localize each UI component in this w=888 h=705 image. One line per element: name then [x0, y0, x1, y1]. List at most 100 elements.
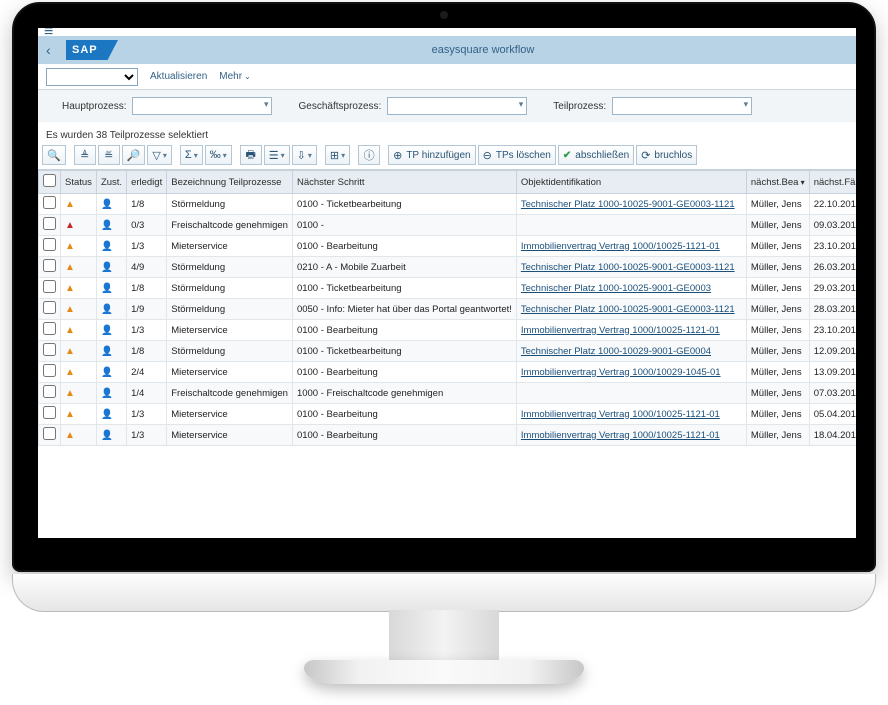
row-checkbox[interactable]: [43, 343, 56, 356]
col-faelligkeit[interactable]: nächst.Fälligk.: [809, 171, 856, 194]
bez-cell: Freischaltcode genehmigen: [167, 215, 293, 236]
col-zust[interactable]: Zust.: [96, 171, 126, 194]
row-checkbox[interactable]: [43, 217, 56, 230]
status-icon: ▲: [65, 283, 75, 294]
print-button[interactable]: 🖶: [240, 145, 262, 165]
row-checkbox[interactable]: [43, 196, 56, 209]
col-bez[interactable]: Bezeichnung Teilprozesse: [167, 171, 293, 194]
filter-button[interactable]: ▽: [147, 145, 171, 165]
col-naechster-schritt[interactable]: Nächster Schritt: [292, 171, 516, 194]
obj-link[interactable]: Immobilienvertrag Vertrag 1000/10029-104…: [521, 367, 721, 378]
col-status[interactable]: Status: [61, 171, 97, 194]
row-checkbox[interactable]: [43, 259, 56, 272]
bea-cell: Müller, Jens: [746, 236, 809, 257]
view-button[interactable]: ☰: [264, 145, 290, 165]
find-button[interactable]: 🔎: [122, 145, 146, 165]
obj-cell: Immobilienvertrag Vertrag 1000/10025-112…: [516, 320, 746, 341]
row-checkbox[interactable]: [43, 238, 56, 251]
person-icon: 👤: [101, 220, 113, 231]
bea-cell: Müller, Jens: [746, 425, 809, 446]
obj-link[interactable]: Immobilienvertrag Vertrag 1000/10025-112…: [521, 325, 720, 336]
person-icon: 👤: [101, 283, 113, 294]
detail-button[interactable]: 🔍: [42, 145, 66, 165]
table-row[interactable]: ▲👤1/3Mieterservice0100 - BearbeitungImmo…: [39, 404, 857, 425]
fall-cell: 26.03.2018: [809, 257, 856, 278]
obj-link[interactable]: Technischer Platz 1000-10025-9001-GE0003…: [521, 304, 735, 315]
hauptprozess-input[interactable]: [132, 97, 272, 115]
col-erledigt[interactable]: erledigt: [127, 171, 167, 194]
table-row[interactable]: ▲👤1/4Freischaltcode genehmigen1000 - Fre…: [39, 383, 857, 404]
geschaeftsprozess-input[interactable]: [387, 97, 527, 115]
back-button[interactable]: ‹: [46, 42, 66, 58]
row-checkbox[interactable]: [43, 406, 56, 419]
erledigt-cell: 2/4: [127, 362, 167, 383]
table-row[interactable]: ▲👤4/9Störmeldung0210 - A - Mobile Zuarbe…: [39, 257, 857, 278]
ns-cell: 0050 - Info: Mieter hat über das Portal …: [292, 299, 516, 320]
page-title: easysquare workflow: [118, 44, 848, 56]
person-icon: 👤: [101, 346, 113, 357]
add-tp-button[interactable]: ⊕TP hinzufügen: [388, 145, 476, 165]
table-row[interactable]: ▲👤1/9Störmeldung0050 - Info: Mieter hat …: [39, 299, 857, 320]
info-button[interactable]: ⓘ: [358, 145, 380, 165]
row-checkbox[interactable]: [43, 322, 56, 335]
obj-link[interactable]: Immobilienvertrag Vertrag 1000/10025-112…: [521, 430, 720, 441]
sort-asc-button[interactable]: ≜: [74, 145, 96, 165]
select-all-checkbox[interactable]: [43, 174, 56, 187]
delete-tp-button[interactable]: ⊖TPs löschen: [478, 145, 556, 165]
bea-cell: Müller, Jens: [746, 194, 809, 215]
bea-cell: Müller, Jens: [746, 278, 809, 299]
fall-cell: 05.04.2019: [809, 404, 856, 425]
table-row[interactable]: ▲👤1/8Störmeldung0100 - Ticketbearbeitung…: [39, 194, 857, 215]
table-row[interactable]: ▲👤1/3Mieterservice0100 - BearbeitungImmo…: [39, 236, 857, 257]
fall-cell: 18.04.2019: [809, 425, 856, 446]
table-row[interactable]: ▲👤1/8Störmeldung0100 - Ticketbearbeitung…: [39, 278, 857, 299]
table-row[interactable]: ▲👤2/4Mieterservice0100 - BearbeitungImmo…: [39, 362, 857, 383]
obj-link[interactable]: Technischer Platz 1000-10025-9001-GE0003…: [521, 262, 735, 273]
layout-button[interactable]: ⊞: [325, 145, 350, 165]
export-button[interactable]: ⇩: [292, 145, 317, 165]
person-icon: 👤: [101, 367, 113, 378]
table-row[interactable]: ▲👤1/3Mieterservice0100 - BearbeitungImmo…: [39, 425, 857, 446]
obj-cell: [516, 215, 746, 236]
more-menu[interactable]: Mehr⌄: [219, 71, 251, 82]
person-icon: 👤: [101, 409, 113, 420]
status-icon: ▲: [65, 325, 75, 336]
menu-icon[interactable]: ≡: [38, 28, 856, 36]
erledigt-cell: 1/8: [127, 278, 167, 299]
obj-link[interactable]: Technischer Platz 1000-10029-9001-GE0004: [521, 346, 711, 357]
view-select[interactable]: [46, 68, 138, 86]
row-checkbox[interactable]: [43, 385, 56, 398]
obj-link[interactable]: Technischer Platz 1000-10025-9001-GE0003…: [521, 199, 735, 210]
obj-link[interactable]: Immobilienvertrag Vertrag 1000/10025-112…: [521, 241, 720, 252]
col-objid[interactable]: Objektidentifikation: [516, 171, 746, 194]
table-row[interactable]: ▲👤1/3Mieterservice0100 - BearbeitungImmo…: [39, 320, 857, 341]
erledigt-cell: 1/8: [127, 341, 167, 362]
bea-cell: Müller, Jens: [746, 362, 809, 383]
obj-link[interactable]: Immobilienvertrag Vertrag 1000/10025-112…: [521, 409, 720, 420]
sort-desc-button[interactable]: ≝: [98, 145, 120, 165]
ns-cell: 0100 -: [292, 215, 516, 236]
table-row[interactable]: ▲👤1/8Störmeldung0100 - Ticketbearbeitung…: [39, 341, 857, 362]
row-checkbox[interactable]: [43, 364, 56, 377]
row-checkbox[interactable]: [43, 427, 56, 440]
erledigt-cell: 1/8: [127, 194, 167, 215]
teilprozess-input[interactable]: [612, 97, 752, 115]
ns-cell: 0100 - Bearbeitung: [292, 404, 516, 425]
table-row[interactable]: ▲👤0/3Freischaltcode genehmigen0100 -Müll…: [39, 215, 857, 236]
status-icon: ▲: [65, 388, 75, 399]
teilprozess-label: Teilprozess:: [553, 101, 606, 112]
close-button[interactable]: ✔abschließen: [558, 145, 634, 165]
sum-button[interactable]: Σ: [180, 145, 203, 165]
obj-link[interactable]: Technischer Platz 1000-10025-9001-GE0003: [521, 283, 711, 294]
person-icon: 👤: [101, 241, 113, 252]
obj-cell: Technischer Platz 1000-10025-9001-GE0003: [516, 278, 746, 299]
row-checkbox[interactable]: [43, 280, 56, 293]
row-checkbox[interactable]: [43, 301, 56, 314]
subtotal-button[interactable]: ‰: [205, 145, 232, 165]
col-bearbeiter[interactable]: nächst.Bea: [746, 171, 809, 194]
bea-cell: Müller, Jens: [746, 404, 809, 425]
refresh-button[interactable]: Aktualisieren: [150, 71, 207, 82]
obj-cell: Immobilienvertrag Vertrag 1000/10025-112…: [516, 404, 746, 425]
bruchlos-button[interactable]: ⟳bruchlos: [636, 145, 697, 165]
fall-cell: 09.03.2018: [809, 215, 856, 236]
